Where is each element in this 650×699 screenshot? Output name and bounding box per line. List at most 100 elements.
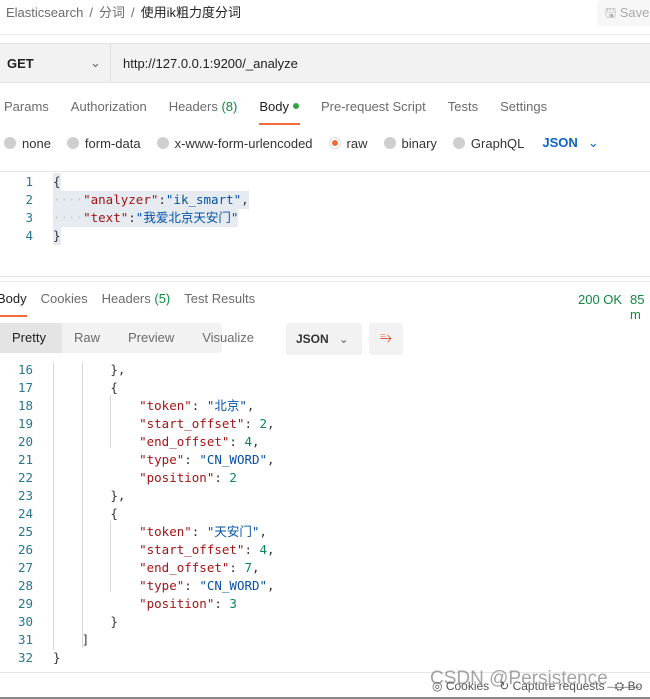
line-number: 19 [17,416,33,431]
line-number: 17 [17,380,33,395]
tab-label: Body [259,99,289,114]
token-key: "token" [139,524,192,539]
wrap-icon: ⥱ [379,329,392,346]
line-number: 3 [25,210,33,225]
token-punct: : [158,192,166,207]
view-preview[interactable]: Preview [116,323,190,353]
code-line: "start_offset": 2, [139,415,274,433]
token-key: "type" [139,578,185,593]
line-number: 27 [17,560,33,575]
tab-tests[interactable]: Tests [448,99,478,123]
breadcrumb-folder[interactable]: 分词 [99,5,125,20]
tab-headers[interactable]: Headers (8) [169,99,238,123]
token-number: 4 [259,542,268,557]
line-number: 22 [17,470,33,485]
format-label: JSON [542,135,578,150]
radio-none[interactable]: none [4,136,51,151]
breadcrumb-collection[interactable]: Elasticsearch [6,5,83,20]
tab-label: Pre-request Script [320,99,426,114]
token-punct: : [184,452,200,467]
token-key: "end_offset" [139,560,230,575]
token-string: "CN_WORD" [199,452,268,467]
tab-settings[interactable]: Settings [500,99,547,123]
token-punct: : [244,416,260,431]
line-number: 26 [17,542,33,557]
token-key: "end_offset" [139,434,230,449]
token-punct: { [110,380,118,395]
token-key: "token" [139,398,192,413]
radio-circle-icon [156,137,169,149]
code-line: } [53,227,61,245]
tab-label: Authorization [70,99,147,114]
radio-binary[interactable]: binary [383,135,437,151]
method-select[interactable]: GET ⌄ [0,44,111,82]
view-visualize[interactable]: Visualize [190,323,270,353]
token-punct: , [267,416,275,431]
radio-circle-icon [4,137,16,149]
status-code: 200 OK [578,292,623,307]
response-tab-headers[interactable]: Headers (5) [102,291,171,313]
code-line: { [110,505,118,523]
response-tab-body[interactable]: Body [0,291,27,317]
tab-params[interactable]: Params [4,99,49,123]
token-whitespace: ···· [53,192,84,207]
indent-guide [110,395,111,448]
line-number: 29 [17,596,33,611]
code-line: "token": "北京", [139,397,254,415]
token-number: 2 [259,416,268,431]
radio-label: binary [401,135,437,151]
request-tabs: Params Authorization Headers (8) Body Pre-re… [4,99,569,125]
tab-label: Headers [101,291,151,306]
line-number: 25 [17,524,33,539]
view-mode-tabs: Pretty Raw Preview Visualize [0,323,254,353]
radio-circle-icon [383,137,396,149]
code-line: "start_offset": 4, [139,541,274,559]
tab-pre-request-script[interactable]: Pre-request Script [321,99,426,123]
token-key: "position" [139,596,215,611]
save-button[interactable]: 🖫 Save [597,0,650,26]
token-punct: , [252,560,260,575]
view-pretty[interactable]: Pretty [0,323,62,353]
divider [0,276,650,277]
token-number: 2 [229,470,237,485]
line-number: 1 [25,174,33,189]
tab-body[interactable]: Body [259,99,300,125]
token-key: "start_offset" [139,542,245,557]
save-icon: 🖫 [605,5,617,20]
tab-label: Settings [500,99,548,114]
body-format-select[interactable]: JSON ⌄ [542,135,598,151]
token-punct: : [214,596,230,611]
line-number: 23 [17,488,33,503]
token-punct: , [241,192,249,207]
wrap-lines-button[interactable]: ⥱ [369,323,403,355]
response-tab-cookies[interactable]: Cookies [41,291,88,313]
token-punct: : [214,470,230,485]
divider [0,34,650,35]
token-key: "start_offset" [139,416,245,431]
token-string: "北京" [206,398,247,413]
radio-raw[interactable]: raw [328,136,368,151]
code-line: "type": "CN_WORD", [139,577,274,595]
line-number: 28 [17,578,33,593]
response-format-select[interactable]: JSON ⌄ [286,323,362,355]
response-tab-test-results[interactable]: Test Results [184,291,255,313]
token-punct: : [229,434,245,449]
token-string: "天安门" [206,524,260,539]
radio-form-data[interactable]: form-data [66,136,141,151]
line-number: 2 [25,192,33,207]
token-punct: }, [110,488,126,503]
token-punct: { [53,174,61,189]
tab-label: Tests [447,99,479,114]
token-punct: : [229,560,245,575]
active-dot-icon [292,103,299,109]
line-number: 20 [17,434,33,449]
token-punct: : [128,210,136,225]
url-input[interactable]: http://127.0.0.1:9200/_analyze [123,56,298,71]
radio-x-www-form-urlencoded[interactable]: x-www-form-urlencoded [156,136,313,151]
tab-count: (8) [221,99,238,114]
radio-graphql[interactable]: GraphQL [452,136,524,151]
chevron-down-icon: ⌄ [90,55,101,70]
view-raw[interactable]: Raw [62,323,116,353]
tab-authorization[interactable]: Authorization [71,99,147,123]
token-key: "analyzer" [83,192,159,207]
